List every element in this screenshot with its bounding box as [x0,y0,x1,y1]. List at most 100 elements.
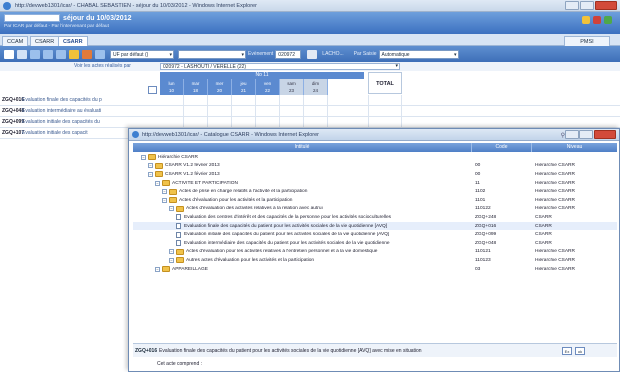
intervenant-select[interactable] [178,49,246,59]
maximize-icon[interactable] [580,1,594,10]
cell[interactable] [256,106,280,117]
act-desc[interactable]: Evaluation finale des capacités du p [22,97,158,103]
mode-select[interactable]: Automatique [378,49,459,59]
expand-toggle-icon[interactable]: − [141,154,146,160]
cell[interactable] [208,95,232,106]
tree-niveau: Hiérarchie CSARR [535,197,575,203]
tree-row[interactable]: Evaluation initiale des capacités du pat… [133,230,617,239]
expand-toggle-icon[interactable]: − [162,197,167,203]
minimize-icon[interactable] [565,130,579,139]
tree-row[interactable]: Evaluation des centres d'intérêt et des … [133,213,617,222]
cell[interactable] [184,106,208,117]
day-name: jeu [240,81,247,86]
day-header-2[interactable]: mer 20 [208,79,232,95]
tree-row[interactable]: − Hiérarchie CSARR [133,153,617,162]
cell[interactable] [304,117,328,128]
cell[interactable] [232,106,256,117]
lookup-icon[interactable] [307,49,318,59]
tree-row[interactable]: − CSARR V1.2 février 2013 00 Hiérarchie CSA… [133,170,617,179]
cell[interactable] [304,95,328,106]
tree-row[interactable]: − CSARR V1.2 février 2013 00 Hiérarchie CSA… [133,162,617,171]
cell[interactable] [184,117,208,128]
cell[interactable] [208,117,232,128]
expand-button[interactable]: Ex [562,346,572,355]
filter-select[interactable]: 020972 - LASHOUTI / VERELLE (22) [160,63,400,70]
tab-csarr-active[interactable]: CSARR [58,36,88,46]
calendar-icon[interactable] [30,49,40,59]
day-header-6[interactable]: dim 24 [304,79,328,95]
col-header-intitule[interactable]: Intitulé [133,143,471,152]
tree-row[interactable]: − Actes de prise en charge relatifs à l'a… [133,187,617,196]
cell[interactable] [160,95,184,106]
selected-act: ZGQ+016 Evaluation finale des capacités … [133,343,617,357]
expand-toggle-icon[interactable]: − [162,189,167,195]
evenement-input[interactable]: 020972 [275,49,302,59]
act-desc[interactable]: Evaluation intermédiaire au évaluati [22,108,158,114]
ok-button[interactable]: ok [575,346,585,355]
star-icon[interactable] [69,49,79,59]
tree-row[interactable]: − Autres actes d'évaluation pour les acti… [133,256,617,265]
select-all-icon[interactable] [148,86,157,94]
user-icon[interactable] [95,49,105,59]
expand-toggle-icon[interactable]: − [169,206,174,212]
cell[interactable] [160,106,184,117]
expand-toggle-icon[interactable]: − [148,171,153,177]
act-code: ZGQ+048 [2,108,25,114]
help-icon[interactable] [582,16,590,24]
folder-icon [169,197,177,204]
col-header-niveau[interactable]: Niveau [531,143,617,152]
expand-toggle-icon[interactable]: − [169,249,174,255]
tab-csarr[interactable]: CSARR [30,36,60,46]
tree-row[interactable]: − Actes d'évaluation des activités relati… [133,205,617,214]
table-row[interactable]: ZGQ+099 Evaluation initiale des capacité… [0,117,620,128]
cell[interactable] [280,117,304,128]
expand-toggle-icon[interactable]: − [169,257,174,263]
close-icon[interactable] [594,130,616,139]
cell[interactable] [280,106,304,117]
day-header-4[interactable]: ven 22 [256,79,280,95]
tree-row[interactable]: − Actes d'évaluation pour les activités r… [133,248,617,257]
day-header-5[interactable]: sam 23 [280,79,304,95]
tree-code: 110122 [475,206,491,212]
day-header-3[interactable]: jeu 21 [232,79,256,95]
cell[interactable] [208,106,232,117]
uf-select[interactable]: UF par défaut () [110,49,174,59]
edit-icon[interactable] [82,49,92,59]
col-header-code[interactable]: Code [471,143,531,152]
tree-row[interactable]: − ACTIVITE ET PARTICIPATION 11 Hiérarchie C… [133,179,617,188]
expand-toggle-icon[interactable]: − [148,163,153,169]
folder-icon [176,248,184,255]
refresh-icon[interactable] [604,16,612,24]
table-row[interactable]: ZGQ+048 Evaluation intermédiaire au éval… [0,106,620,117]
cell[interactable] [184,95,208,106]
expand-toggle-icon[interactable]: − [155,266,160,272]
cell[interactable] [304,106,328,117]
expand-toggle-icon[interactable]: − [155,180,160,186]
tree-row[interactable]: − APPAREILLAGE 03 Hiérarchie CSARR [133,265,617,274]
cell[interactable] [232,95,256,106]
cell[interactable] [232,117,256,128]
day-header-1[interactable]: mar 18 [184,79,208,95]
maximize-icon[interactable] [579,130,593,139]
tab-ccam[interactable]: CCAM [2,36,29,46]
cell[interactable] [256,95,280,106]
tree-row[interactable]: Evaluation intermédiaire des capacités d… [133,239,617,248]
act-desc[interactable]: Evaluation initiale des capacités du [22,119,158,125]
day-header-0[interactable]: lun 10 [160,79,184,95]
tab-pmsi[interactable]: PMSI [564,36,610,46]
new-icon[interactable] [4,49,14,59]
cell[interactable] [160,117,184,128]
calendar-month-icon[interactable] [56,49,66,59]
day-cells [160,95,328,106]
cell[interactable] [256,117,280,128]
close-icon[interactable] [595,1,617,10]
tree-row[interactable]: − Actes d'évaluation pour les activités e… [133,196,617,205]
table-row[interactable]: ZGQ+016 Evaluation finale des capacités … [0,95,620,106]
cell[interactable] [280,95,304,106]
filter-icon[interactable] [17,49,27,59]
tree-row[interactable]: Evaluation finale des capacités du patie… [133,221,617,231]
tree-label-cell: − ACTIVITE ET PARTICIPATION [133,180,471,187]
calendar-week-icon[interactable] [43,49,53,59]
print-icon[interactable] [593,16,601,24]
minimize-icon[interactable] [565,1,579,10]
